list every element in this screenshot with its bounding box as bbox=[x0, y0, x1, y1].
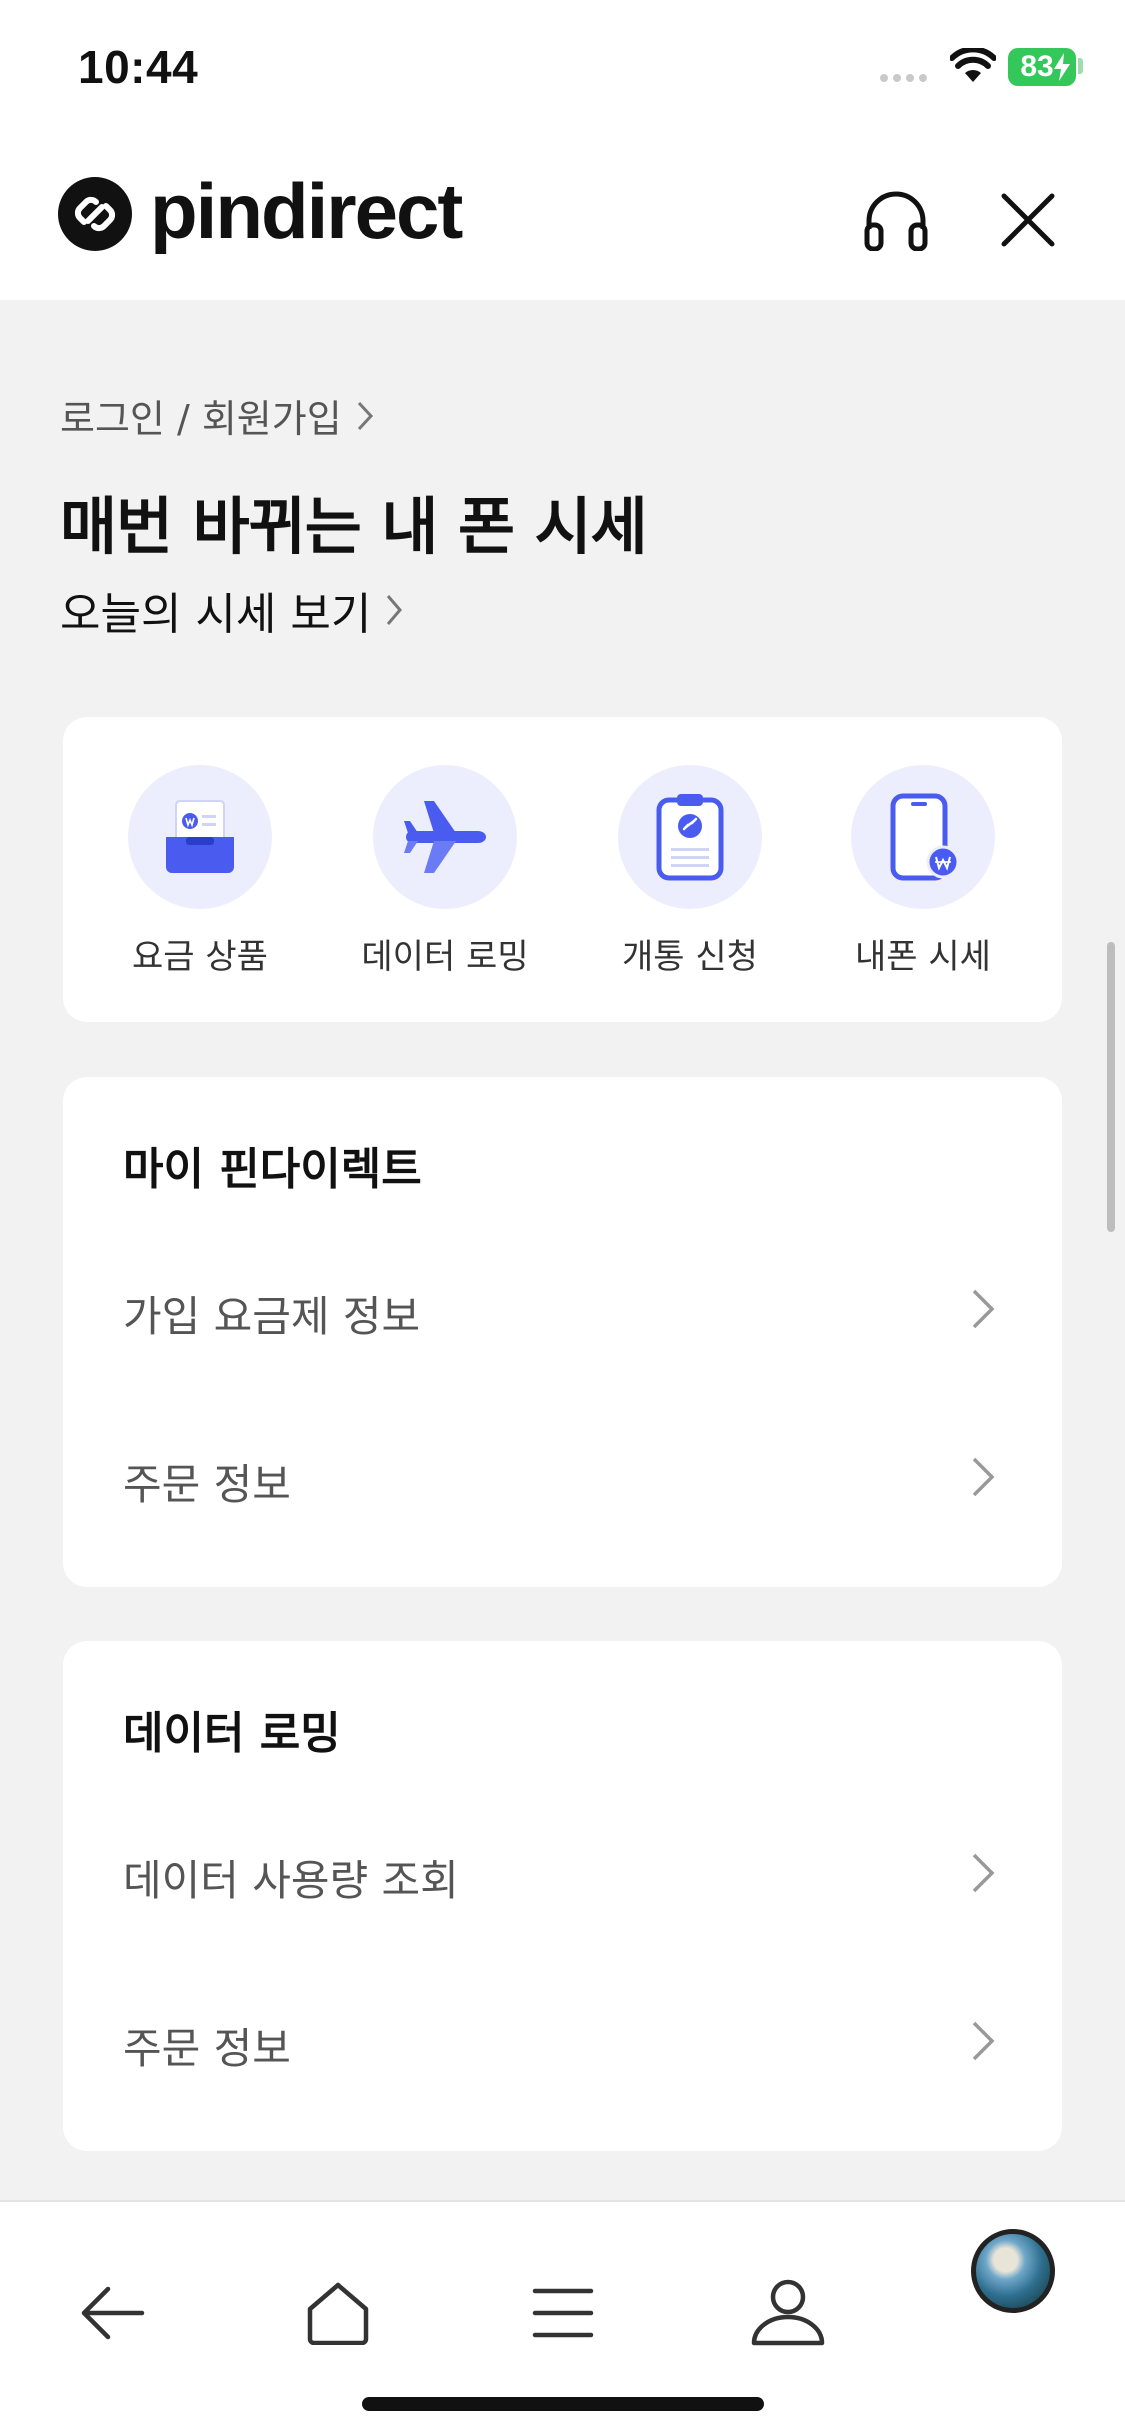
app-header: pindirect bbox=[0, 140, 1125, 300]
quick-menu-phone-price[interactable]: 내폰 시세 bbox=[823, 765, 1023, 978]
today-price-label: 오늘의 시세 보기 bbox=[60, 589, 372, 640]
page-title: 매번 바뀌는 내 폰 시세 bbox=[60, 490, 648, 563]
customer-support-button[interactable] bbox=[858, 182, 934, 258]
phone-price-icon bbox=[890, 793, 960, 881]
headphones-icon bbox=[864, 191, 928, 251]
chevron-right-icon bbox=[357, 401, 373, 430]
menu-icon bbox=[532, 2288, 594, 2338]
chevron-right-icon bbox=[972, 1289, 995, 1329]
arrow-left-icon bbox=[81, 2286, 145, 2340]
charging-bolt-icon bbox=[1054, 53, 1070, 81]
chevron-right-icon bbox=[972, 2021, 995, 2061]
home-button[interactable] bbox=[293, 2268, 383, 2358]
battery-level: 83 bbox=[1020, 50, 1054, 83]
quick-menu-card: 요금 상품 데이터 로밍 개통 신청 내폰 시세 bbox=[63, 717, 1062, 1022]
status-time: 10:44 bbox=[78, 41, 199, 93]
user-icon bbox=[751, 2279, 825, 2346]
today-price-link[interactable]: 오늘의 시세 보기 bbox=[60, 578, 403, 642]
menu-button[interactable] bbox=[518, 2268, 608, 2358]
list-item-label: 주문 정보 bbox=[123, 2024, 291, 2073]
list-item-label: 가입 요금제 정보 bbox=[123, 1292, 421, 1341]
login-signup-label: 로그인 / 회원가입 bbox=[60, 397, 342, 441]
chevron-right-icon bbox=[972, 1853, 995, 1893]
quick-menu-label: 요금 상품 bbox=[132, 937, 268, 977]
battery-cap bbox=[1078, 58, 1083, 74]
clipboard-icon bbox=[656, 794, 724, 881]
section-title: 마이 핀다이렉트 bbox=[123, 1144, 422, 1195]
close-icon bbox=[1001, 193, 1055, 247]
quick-menu-label: 개통 신청 bbox=[622, 937, 758, 977]
my-pindirect-card: 마이 핀다이렉트 가입 요금제 정보 주문 정보 bbox=[63, 1077, 1062, 1587]
login-signup-link[interactable]: 로그인 / 회원가입 bbox=[60, 388, 374, 443]
chevron-right-icon bbox=[972, 1457, 995, 1497]
home-indicator bbox=[362, 2397, 764, 2411]
avatar[interactable] bbox=[971, 2229, 1055, 2313]
back-button[interactable] bbox=[68, 2268, 158, 2358]
list-item-label: 데이터 사용량 조회 bbox=[123, 1856, 459, 1905]
list-item-roaming-order-info[interactable]: 주문 정보 bbox=[63, 1959, 1062, 2127]
quick-menu-label: 데이터 로밍 bbox=[361, 937, 529, 977]
section-title: 데이터 로밍 bbox=[123, 1708, 341, 1759]
cellular-signal-icon bbox=[880, 74, 927, 82]
quick-menu-activation[interactable]: 개통 신청 bbox=[590, 765, 790, 978]
battery-indicator: 83 bbox=[1008, 48, 1076, 86]
chevron-right-icon bbox=[387, 595, 403, 625]
quick-menu-label: 내폰 시세 bbox=[855, 937, 991, 977]
wifi-icon bbox=[950, 48, 996, 82]
list-item-order-info[interactable]: 주문 정보 bbox=[63, 1395, 1062, 1563]
pindirect-logo-icon bbox=[58, 177, 132, 251]
logo-wordmark: pindirect bbox=[150, 167, 463, 255]
scrollbar[interactable] bbox=[1107, 942, 1115, 1232]
close-button[interactable] bbox=[990, 182, 1066, 258]
data-roaming-card: 데이터 로밍 데이터 사용량 조회 주문 정보 bbox=[63, 1641, 1062, 2151]
list-item-label: 주문 정보 bbox=[123, 1460, 291, 1509]
list-item-data-usage[interactable]: 데이터 사용량 조회 bbox=[63, 1791, 1062, 1959]
account-button[interactable] bbox=[743, 2268, 833, 2358]
status-bar: 10:44 83 bbox=[0, 0, 1125, 140]
home-icon bbox=[307, 2282, 369, 2345]
quick-menu-roaming[interactable]: 데이터 로밍 bbox=[345, 765, 545, 978]
airplane-icon bbox=[404, 801, 486, 873]
plan-box-icon bbox=[166, 800, 234, 873]
list-item-plan-info[interactable]: 가입 요금제 정보 bbox=[63, 1227, 1062, 1395]
quick-menu-plans[interactable]: 요금 상품 bbox=[100, 765, 300, 978]
